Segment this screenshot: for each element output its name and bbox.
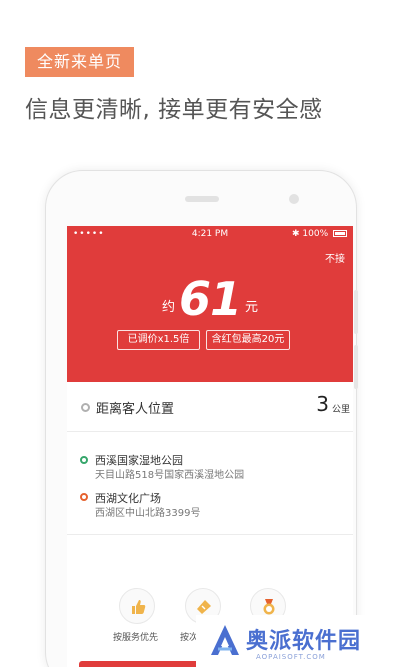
promo-badge: 全新来单页 — [25, 47, 134, 77]
dropoff-dot-icon — [80, 493, 88, 501]
watermark-logo-icon — [211, 625, 239, 655]
watermark-text: 奥派软件园 — [246, 629, 362, 654]
battery-status: ✱ 100% — [292, 226, 347, 242]
watermark: 奥派软件园 AOPAISOFT.COM — [196, 615, 400, 667]
distance-row: 距离客人位置 3 公里 — [67, 382, 353, 432]
reject-button[interactable]: 不接 — [325, 250, 345, 265]
phone-camera — [289, 194, 299, 204]
distance-label: 距离客人位置 — [96, 402, 175, 417]
bluetooth-icon: ✱ — [291, 229, 300, 239]
fare-value: 61 — [178, 272, 242, 326]
dropoff-detail: 西湖区中山北路3399号 — [95, 508, 201, 519]
route-addresses: 西溪国家湿地公园 天目山路518号国家西溪湿地公园 西湖文化广场 西湖区中山北路… — [67, 433, 353, 535]
location-dot-icon — [81, 403, 90, 412]
phone-side-button — [354, 345, 358, 389]
battery-percent: 100% — [302, 229, 329, 239]
status-bar: ••••• 4:21 PM ✱ 100% — [67, 226, 353, 242]
distance-unit: 公里 — [331, 405, 350, 415]
fare-amount: 约61 元 — [67, 272, 353, 326]
fare-prefix: 约 — [161, 300, 175, 315]
fare-unit: 元 — [245, 300, 259, 315]
pref-label-service: 按服务优先 — [113, 633, 159, 643]
fare-panel: ••••• 4:21 PM ✱ 100% 不接 约61 元 已调价x1.5倍 含红… — [67, 226, 353, 382]
battery-icon — [333, 230, 347, 237]
distance-value: 3 — [316, 392, 329, 416]
surge-tag: 已调价x1.5倍 — [117, 330, 200, 350]
thumbs-up-icon[interactable] — [119, 588, 155, 624]
bonus-tag: 含红包最高20元 — [206, 330, 290, 350]
pickup-dot-icon — [80, 456, 88, 464]
promo-headline: 信息更清晰, 接单更有安全感 — [25, 97, 323, 123]
phone-side-button — [354, 290, 358, 334]
watermark-url: AOPAISOFT.COM — [256, 653, 326, 661]
app-screen: ••••• 4:21 PM ✱ 100% 不接 约61 元 已调价x1.5倍 含红… — [67, 226, 353, 667]
phone-speaker — [185, 196, 219, 202]
pickup-detail: 天目山路518号国家西溪湿地公园 — [95, 470, 245, 481]
